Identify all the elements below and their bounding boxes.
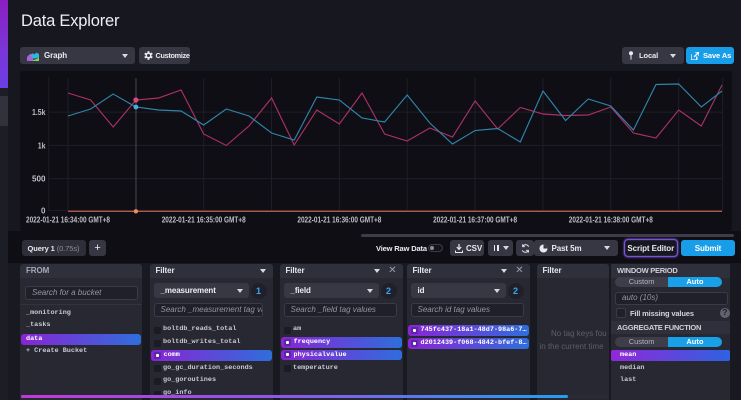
svg-text:500: 500 bbox=[32, 175, 46, 184]
svg-text:2022-01-21 16:36:00 GMT+8: 2022-01-21 16:36:00 GMT+8 bbox=[297, 216, 381, 225]
svg-text:1k: 1k bbox=[38, 141, 46, 150]
svg-text:2022-01-21 16:34:00 GMT+8: 2022-01-21 16:34:00 GMT+8 bbox=[26, 216, 110, 225]
svg-text:2022-01-21 16:38:00 GMT+8: 2022-01-21 16:38:00 GMT+8 bbox=[569, 216, 653, 225]
svg-text:2022-01-21 16:35:00 GMT+8: 2022-01-21 16:35:00 GMT+8 bbox=[162, 216, 246, 225]
svg-text:1.5k: 1.5k bbox=[32, 108, 46, 117]
svg-text:2022-01-21 16:37:00 GMT+8: 2022-01-21 16:37:00 GMT+8 bbox=[433, 216, 517, 225]
svg-text:0: 0 bbox=[41, 206, 46, 215]
